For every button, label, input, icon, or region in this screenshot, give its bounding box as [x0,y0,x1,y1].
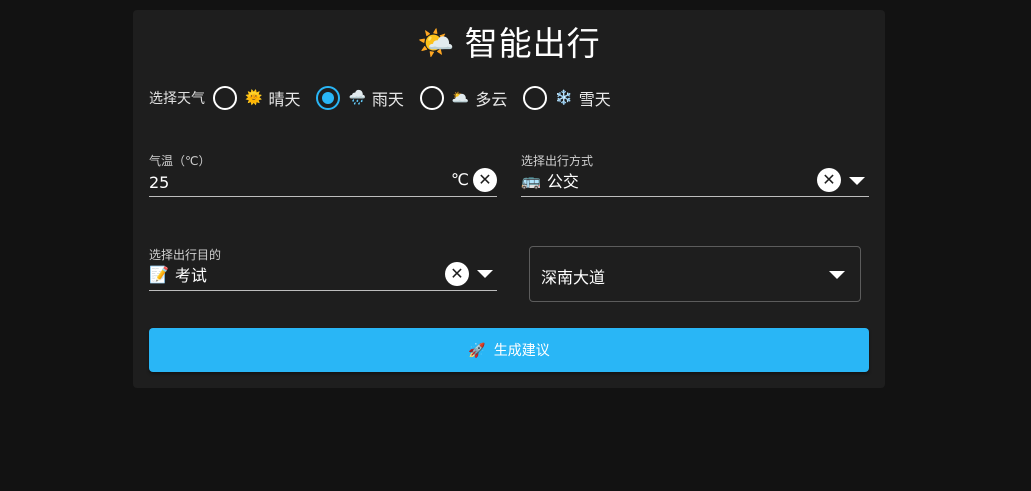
transport-value: 公交 [546,172,579,191]
sun-behind-cloud-icon: 🌤️ [417,26,455,61]
transport-select[interactable]: 选择出行方式 🚌 公交 ✕ [521,152,869,197]
weather-label: 选择天气 [149,91,205,107]
purpose-value-wrap: 📝 考试 [149,262,207,286]
app-card: 🌤️ 智能出行 选择天气 🌞 晴天 🌧️ 雨天 🌥️ 多云 ❄️ 雪天 气温（℃… [133,10,885,388]
memo-icon: 📝 [149,264,169,284]
temperature-value[interactable]: 25 [149,173,169,192]
radio-sunny[interactable] [213,86,237,110]
temperature-field[interactable]: 气温（℃） 25 ℃ ✕ [149,152,497,197]
close-icon[interactable]: ✕ [445,262,469,286]
snowflake-icon: ❄️ [555,90,573,106]
radio-rainy[interactable] [316,86,341,110]
temperature-unit: ℃ [451,170,469,189]
arrow-drop-down-icon[interactable] [829,271,845,279]
weather-option-label: 晴天 [268,90,301,109]
weather-radio-group: 选择天气 🌞 晴天 🌧️ 雨天 🌥️ 多云 ❄️ 雪天 [149,86,627,110]
generate-suggestion-button[interactable]: 🚀 生成建议 [149,328,869,372]
rocket-icon: 🚀 [468,341,486,358]
arrow-drop-down-icon[interactable] [849,177,865,185]
cloudy-icon: 🌥️ [451,90,470,106]
close-icon[interactable]: ✕ [473,168,497,192]
arrow-drop-down-icon[interactable] [477,270,493,278]
title-row: 🌤️ 智能出行 [133,24,885,64]
weather-option-snowy[interactable]: ❄️ 雪天 [523,86,611,110]
weather-option-rainy[interactable]: 🌧️ 雨天 [316,86,404,110]
weather-option-sunny[interactable]: 🌞 晴天 [213,86,300,110]
temperature-input[interactable]: 25 [149,173,169,192]
purpose-value: 考试 [174,266,207,285]
location-select[interactable]: 深南大道 [529,246,861,302]
radio-snowy[interactable] [523,86,548,110]
purpose-label: 选择出行目的 [149,248,222,262]
generate-suggestion-label: 生成建议 [493,342,550,358]
transport-value-wrap: 🚌 公交 [521,168,579,192]
temperature-label: 气温（℃） [149,154,211,168]
bus-icon: 🚌 [521,170,541,190]
radio-cloudy[interactable] [419,86,444,110]
page-title: 智能出行 [464,24,601,63]
location-value: 深南大道 [541,268,606,287]
weather-option-label: 雨天 [371,90,404,109]
weather-option-label: 雪天 [578,90,611,109]
weather-option-cloudy[interactable]: 🌥️ 多云 [419,86,508,110]
weather-option-label: 多云 [475,90,508,109]
close-icon[interactable]: ✕ [817,168,841,192]
rain-cloud-icon: 🌧️ [348,90,366,106]
purpose-select[interactable]: 选择出行目的 📝 考试 ✕ [149,246,497,291]
sun-icon: 🌞 [245,90,263,106]
transport-label: 选择出行方式 [521,154,594,168]
